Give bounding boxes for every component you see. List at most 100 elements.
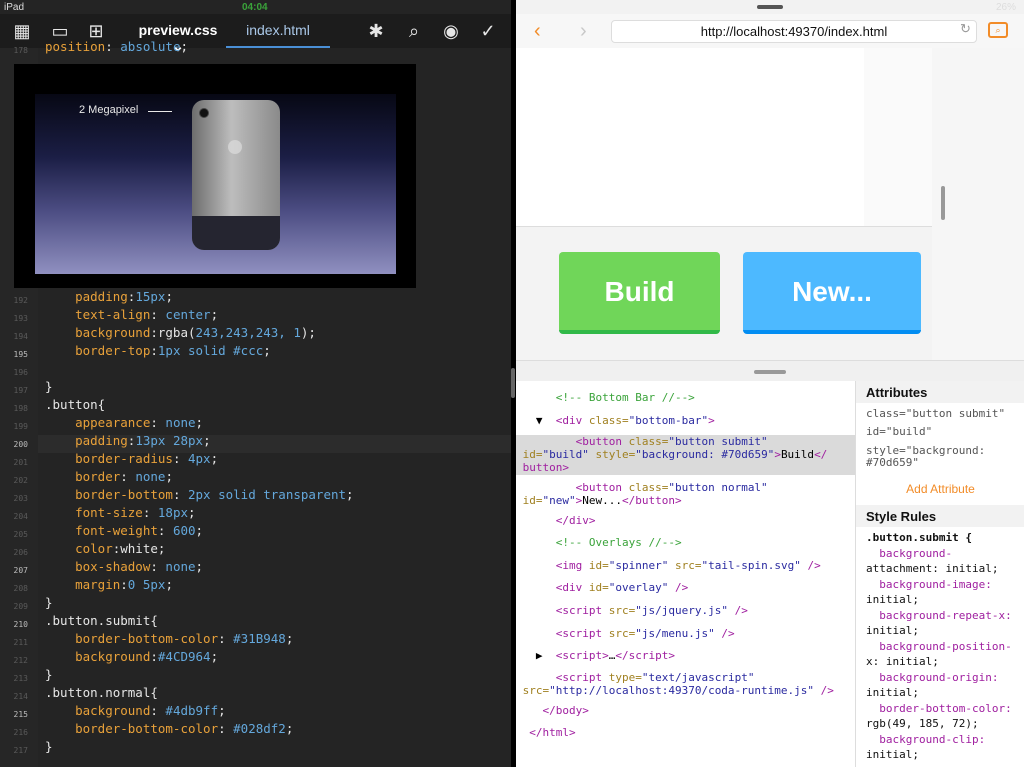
style-rule-line: border-bottom-color: (866, 701, 1012, 715)
add-attribute-button[interactable]: Add Attribute (856, 482, 1024, 496)
page-preview: Build New... (516, 48, 932, 360)
inspector-resize-bar[interactable] (516, 360, 1024, 381)
resize-handle[interactable] (754, 370, 786, 374)
new-button[interactable]: New... (743, 252, 921, 334)
style-rule-line: background- (866, 546, 953, 560)
clock: 04:04 (242, 2, 268, 13)
scroll-indicator[interactable] (941, 186, 945, 220)
search-icon[interactable]: ⌕ (404, 22, 424, 40)
line-number: 217 (13, 746, 28, 755)
dom-tree: <!-- Bottom Bar //--> ▼ <div class="bott… (516, 381, 855, 767)
url-field[interactable]: http://localhost:49370/index.html (611, 20, 977, 43)
code-line: .button.normal{ (45, 685, 158, 700)
browser-nav: ‹ › http://localhost:49370/index.html ↻ … (516, 14, 1024, 48)
image-preview-popup: 2 Megapixel (14, 64, 416, 288)
code-line: padding:13px 28px; (45, 433, 211, 448)
line-number: 203 (13, 494, 28, 503)
eye-icon[interactable]: ◉ (441, 22, 461, 40)
attributes-header: Attributes (856, 381, 1024, 403)
back-arrow-icon[interactable]: ‹ (534, 20, 541, 43)
code-line: } (45, 667, 53, 682)
dom-node[interactable]: <script src="js/menu.js" /> (516, 627, 855, 641)
dom-node[interactable]: ▼ <div class="bottom-bar"> (516, 414, 855, 428)
inspect-icon[interactable]: ⌕ (988, 22, 1008, 38)
line-number: 194 (13, 332, 28, 341)
line-number: 210 (13, 620, 28, 629)
code-line: background:rgba(243,243,243, 1); (45, 325, 316, 340)
line-number: 212 (13, 656, 28, 665)
line-number: 178 (13, 46, 28, 55)
dom-node[interactable]: src="http://localhost:49370/coda-runtime… (516, 684, 855, 698)
dom-node[interactable]: <!-- Overlays //--> (516, 536, 855, 550)
line-number: 213 (13, 674, 28, 683)
style-rule-line: x: initial; (866, 655, 939, 668)
line-number: 199 (13, 422, 28, 431)
dom-node[interactable]: <div id="overlay" /> (516, 581, 855, 595)
dom-node[interactable]: <button class="button submit" (516, 435, 855, 449)
line-number: 209 (13, 602, 28, 611)
dom-node[interactable]: ▶ <script>…</script> (516, 649, 855, 663)
forward-arrow-icon[interactable]: › (580, 20, 587, 43)
apple-logo-icon (228, 140, 242, 154)
style-rule-line: initial; (866, 624, 919, 637)
attribute-row[interactable]: class="button submit" (866, 407, 1005, 420)
dom-node[interactable]: id="build" style="background: #70d659">B… (516, 448, 855, 462)
style-rule-line: initial; (866, 593, 919, 606)
style-rule-line: rgb(49, 185, 72); (866, 717, 979, 730)
style-rule-line: initial; (866, 748, 919, 761)
status-bar: iPad 04:04 26% (0, 0, 1024, 14)
divider-handle[interactable] (511, 368, 515, 398)
device-label: iPad (4, 2, 25, 13)
inspector-sidebar: Attributes class="button submit" id="bui… (855, 381, 1024, 767)
dom-node[interactable]: button> (516, 461, 855, 475)
attribute-row[interactable]: #70d659" (866, 456, 919, 469)
style-rules-header: Style Rules (856, 505, 1024, 527)
line-number: 201 (13, 458, 28, 467)
build-button[interactable]: Build (559, 252, 720, 334)
dom-node[interactable]: <script type="text/javascript" (516, 671, 855, 685)
line-number: 202 (13, 476, 28, 485)
dom-node[interactable]: <button class="button normal" (516, 481, 855, 495)
line-number: 198 (13, 404, 28, 413)
browser-pane: ‹ › http://localhost:49370/index.html ↻ … (516, 0, 1024, 767)
dom-node[interactable]: <img id="spinner" src="tail-spin.svg" /> (516, 559, 855, 573)
code-line: border-radius: 4px; (45, 451, 219, 466)
dom-node[interactable]: </body> (516, 704, 855, 718)
sparkle-icon[interactable]: ✱ (366, 22, 386, 40)
line-number: 214 (13, 692, 28, 701)
dom-node[interactable]: id="new">New...</button> (516, 494, 855, 508)
style-rule-line: initial; (866, 686, 919, 699)
caption-arrow (148, 111, 172, 112)
checkmark-icon[interactable]: ✓ (478, 22, 498, 40)
line-number: 197 (13, 386, 28, 395)
style-rule-line: background-image: (866, 577, 992, 591)
code-line: .button{ (45, 397, 106, 412)
code-line: background:#4CD964; (45, 649, 219, 664)
code-line: border: none; (45, 469, 173, 484)
code-line: text-align: center; (45, 307, 219, 322)
code-line: font-size: 18px; (45, 505, 196, 520)
camera-lens (199, 108, 209, 118)
code-line: } (45, 379, 53, 394)
dom-node[interactable]: <!-- Bottom Bar //--> (516, 391, 855, 405)
line-number: 196 (13, 368, 28, 377)
preview-margin (864, 48, 932, 226)
code-line: margin:0 5px; (45, 577, 173, 592)
dom-node[interactable]: </html> (516, 726, 855, 740)
attribute-row[interactable]: id="build" (866, 425, 932, 438)
code-line: border-bottom-color: #31B948; (45, 631, 294, 646)
grid-icon[interactable]: ▦ (12, 22, 32, 40)
style-rule-line: background-origin: (866, 670, 999, 684)
line-number: 206 (13, 548, 28, 557)
reload-icon[interactable]: ↻ (960, 21, 971, 37)
dom-node[interactable]: </div> (516, 514, 855, 528)
line-number: 193 (13, 314, 28, 323)
dom-node[interactable]: <script src="js/jquery.js" /> (516, 604, 855, 618)
line-number: 211 (13, 638, 28, 647)
line-number: 215 (13, 710, 28, 719)
code-line: background: #4db9ff; (45, 703, 226, 718)
megapixel-caption: 2 Megapixel (79, 104, 139, 116)
battery-level: 26% (996, 2, 1017, 13)
tab-index-html[interactable]: index.html (226, 22, 330, 48)
line-number: 192 (13, 296, 28, 305)
